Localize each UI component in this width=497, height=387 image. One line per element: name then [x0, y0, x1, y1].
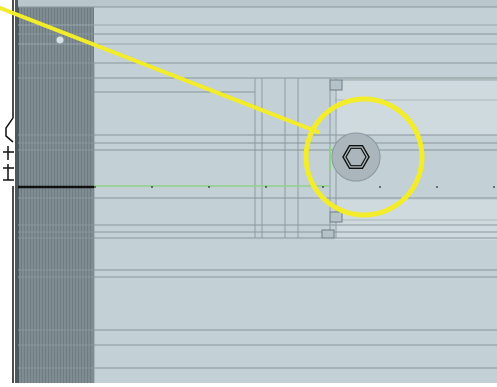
- left-rail: [18, 0, 94, 383]
- cad-viewport[interactable]: [0, 0, 497, 383]
- hex-nut[interactable]: [331, 132, 381, 182]
- left-rail-edge: [15, 0, 19, 383]
- main-panel: [94, 0, 497, 383]
